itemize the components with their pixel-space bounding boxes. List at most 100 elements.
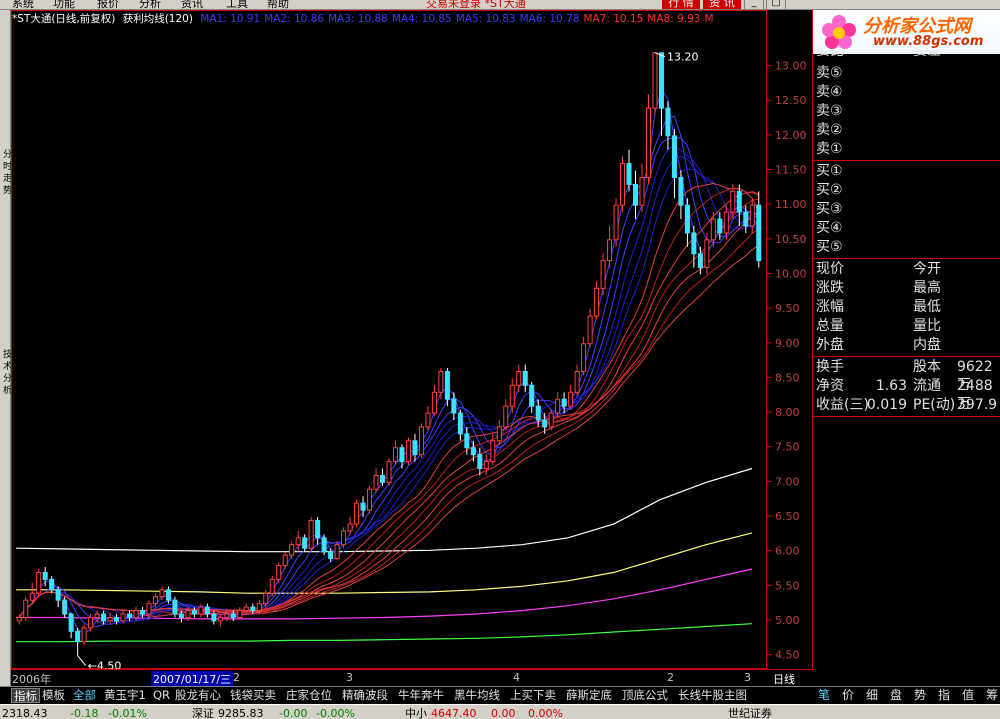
quote-label: 外盘 <box>816 337 844 353</box>
y-tick-label: 10.00 <box>775 267 807 280</box>
tab-gulong[interactable]: 股龙有心 <box>175 688 221 703</box>
candle-body-up <box>373 474 379 490</box>
candle-body-up <box>496 426 502 442</box>
nav-quote-button[interactable]: 行 情 <box>662 0 700 9</box>
candle-body-up <box>347 523 353 532</box>
menu-quote[interactable]: 报价 <box>97 0 119 9</box>
candle-body-down <box>42 571 48 580</box>
x-label-month: 3 <box>346 671 353 684</box>
candle-body-down <box>457 412 463 435</box>
candle-body-down <box>665 107 671 137</box>
candle-body-up <box>555 398 561 414</box>
quote-label: 现价 <box>816 261 844 277</box>
candle-body-down <box>178 613 184 618</box>
candle-body-down <box>360 502 366 511</box>
tab-jingque[interactable]: 精确波段 <box>342 688 388 703</box>
price-axis: 4.50 5.00 5.50 6.00 6.50 7.00 7.50 8.00 8.50 9.00… <box>767 10 813 669</box>
buy-label: 买④ <box>816 220 843 236</box>
tab-huangyuyu1[interactable]: 黄玉宇1 <box>104 688 146 703</box>
tab-indicator[interactable]: 指标 <box>11 688 40 703</box>
tab-ticks[interactable]: 笔 <box>818 688 830 703</box>
candle-body-down <box>756 204 762 262</box>
stat-label: 股本 <box>913 359 941 375</box>
candle-body-up <box>568 391 574 407</box>
tab-all[interactable]: 全部 <box>73 688 96 703</box>
status-sme-label: 中小 <box>405 707 427 719</box>
candle-body-down <box>68 613 74 632</box>
candle-body-up <box>386 461 392 483</box>
tab-heiniu[interactable]: 黑牛均线 <box>454 688 500 703</box>
candle-body-up <box>198 606 204 615</box>
tab-trend[interactable]: 势 <box>914 688 926 703</box>
candle-body-up <box>276 565 282 580</box>
y-tick-label: 7.00 <box>775 475 800 488</box>
candle-body-up <box>704 239 710 269</box>
tab-zhuangjia[interactable]: 庄家仓位 <box>286 688 332 703</box>
divider <box>813 258 1000 259</box>
candle-body-down <box>632 183 639 206</box>
tab-orderbook[interactable]: 盘 <box>890 688 902 703</box>
menu-news[interactable]: 资讯 <box>181 0 203 9</box>
menu-system[interactable]: 系统 <box>12 0 34 9</box>
candle-body-up <box>607 239 613 262</box>
quote-panel: 分析家公式网 www.88gs.com 委比 委差 卖⑤ 卖④ 卖③ 卖② 卖①… <box>813 10 1000 686</box>
menu-analysis[interactable]: 分析 <box>139 0 161 9</box>
tab-qr[interactable]: QR <box>153 688 170 703</box>
quote-label: 涨幅 <box>816 299 844 315</box>
tab-chips[interactable]: 筹 <box>986 688 998 703</box>
candle-body-down <box>75 630 81 643</box>
candle-body-down <box>62 599 68 615</box>
quote-label: 总量 <box>816 318 844 334</box>
candle-body-down <box>678 176 684 206</box>
tab-detail[interactable]: 细 <box>866 688 878 703</box>
kline-chart[interactable]: 13.20 ←4.50 <box>11 10 767 670</box>
candle-body-down <box>444 370 450 400</box>
status-broker: 世纪证券 <box>728 707 772 719</box>
divider <box>813 160 1000 161</box>
minimize-button[interactable]: _ <box>744 0 764 9</box>
x-label-2006: 2006年 <box>12 673 51 686</box>
candle-body-up <box>418 426 424 456</box>
candle-body-up <box>237 610 243 618</box>
tab-niunian[interactable]: 牛年奔牛 <box>398 688 444 703</box>
sell-label: 卖③ <box>816 103 843 119</box>
tab-dingdi[interactable]: 顶底公式 <box>622 688 668 703</box>
candle-body-down <box>127 613 133 618</box>
order-ratio-label: 委比 <box>816 50 844 59</box>
tab-shangmai[interactable]: 上买下卖 <box>510 688 556 703</box>
y-tick-label: 6.00 <box>775 545 800 558</box>
order-ratio-row: 委比 委差 <box>813 50 1000 62</box>
maximize-button[interactable]: □ <box>766 0 786 9</box>
tab-xuesi[interactable]: 薛斯定底 <box>566 688 612 703</box>
candle-body-up <box>620 163 626 206</box>
quote-label: 最低 <box>913 299 941 315</box>
status-sz-label: 深证 <box>192 707 214 719</box>
menu-tools[interactable]: 工具 <box>226 0 248 9</box>
window-title: 交易未登录 *ST大通 <box>426 0 526 10</box>
candle-body-up <box>16 616 22 622</box>
candle-body-down <box>697 253 703 269</box>
tab-changxian[interactable]: 长线牛股主图 <box>678 688 747 703</box>
stats-row-eps: 收益(三) 0.019 PE(动) 397.9 <box>813 396 1000 414</box>
status-bar: 2318.43 -0.18 -0.01% 深证 9285.83 -0.00 -0… <box>0 704 1000 719</box>
period-label[interactable]: 日线 <box>773 671 795 687</box>
menu-help[interactable]: 帮助 <box>267 0 289 9</box>
stats-row-turnover: 换手 股本 9622万 <box>813 358 1000 393</box>
buy-label: 买③ <box>816 201 843 217</box>
sell-label: 卖⑤ <box>816 65 843 81</box>
candle-body-up <box>749 204 755 227</box>
tab-qiandai[interactable]: 钱袋买卖 <box>230 688 276 703</box>
y-tick-label: 12.00 <box>775 129 807 142</box>
divider <box>813 356 1000 357</box>
menu-function[interactable]: 功能 <box>53 0 75 9</box>
tab-index[interactable]: 指 <box>938 688 950 703</box>
ma-legend-item: MA5: 10.83 <box>455 13 516 25</box>
tab-value[interactable]: 值 <box>962 688 974 703</box>
candle-body-up <box>483 461 489 470</box>
tab-price[interactable]: 价 <box>842 688 854 703</box>
candle-body-down <box>101 613 107 622</box>
nav-news-button[interactable]: 资 讯 <box>703 0 741 9</box>
x-label-month: 2 <box>233 671 240 684</box>
tab-template[interactable]: 模板 <box>42 688 65 703</box>
indicator-name[interactable]: 获利均线(120) <box>123 13 193 25</box>
